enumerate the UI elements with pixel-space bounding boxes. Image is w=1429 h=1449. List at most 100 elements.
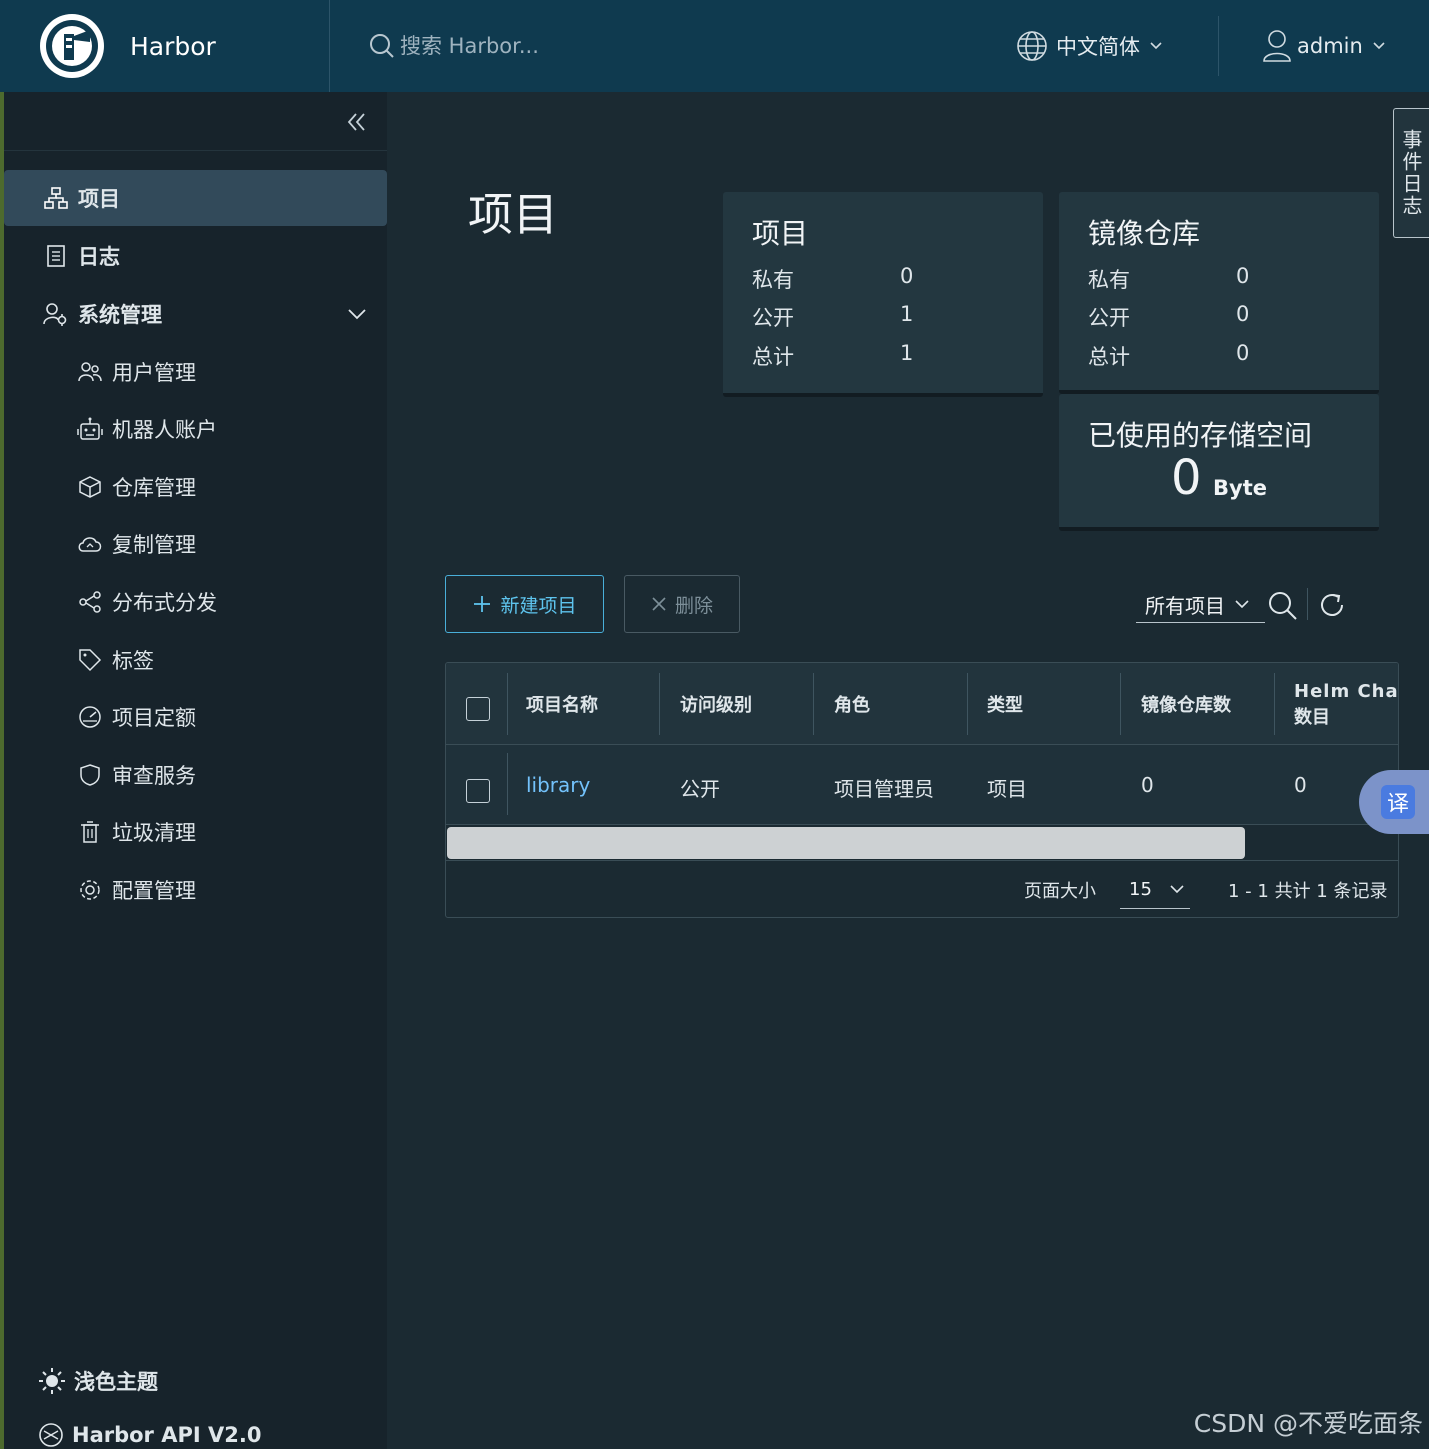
sidebar-item-gc[interactable]: 垃圾清理 [4, 804, 387, 860]
sidebar-item-replication[interactable]: 复制管理 [4, 516, 387, 572]
theme-toggle[interactable]: 浅色主题 [38, 1366, 158, 1396]
chevron-down-icon [1373, 42, 1385, 50]
top-header: Harbor 中文简体 admin [0, 0, 1429, 92]
sidebar-item-label: 用户管理 [112, 361, 196, 385]
collapse-sidebar-icon[interactable] [345, 110, 369, 134]
robot-icon [76, 417, 104, 441]
refresh-icon[interactable] [1318, 591, 1346, 619]
sidebar-item-label: 审查服务 [112, 764, 196, 788]
chevron-down-icon[interactable] [347, 308, 367, 320]
sidebar-item-users[interactable]: 用户管理 [4, 344, 387, 400]
language-label: 中文简体 [1056, 35, 1140, 59]
cloud-sync-icon [76, 533, 104, 555]
filter-label: 所有项目 [1145, 593, 1225, 618]
page-size-select[interactable]: 15 [1120, 871, 1190, 909]
api-icon [39, 1423, 63, 1447]
gauge-icon [76, 705, 104, 729]
language-selector[interactable]: 中文简体 [1016, 16, 1219, 76]
table-row[interactable]: library 公开 项目管理员 项目 0 0 [446, 745, 1398, 825]
column-separator [507, 673, 508, 735]
sidebar: 项目 日志 系统管理 用户管理 机器人账户 仓库管理 复制管理 分布式分发 标签… [0, 92, 387, 1449]
search-icon [370, 34, 394, 58]
column-separator [1274, 673, 1275, 735]
username: admin [1297, 34, 1363, 58]
cell-access: 公开 [680, 777, 720, 801]
storage-card: 已使用的存储空间 0 Byte [1059, 394, 1379, 531]
column-header-helm-chart[interactable]: Helm Chart [1294, 681, 1398, 702]
table-header: 项目名称 访问级别 角色 类型 镜像仓库数 Helm Chart 数目 [446, 663, 1398, 745]
trash-icon [76, 820, 104, 844]
sidebar-divider [0, 150, 387, 151]
plus-icon [474, 596, 491, 612]
translate-button[interactable]: 译 [1359, 770, 1429, 834]
page-title: 项目 [468, 188, 559, 241]
cell-helm-count: 0 [1294, 773, 1307, 797]
event-log-label: 事件日志 [1399, 129, 1423, 217]
sidebar-item-registries[interactable]: 仓库管理 [4, 459, 387, 515]
sidebar-item-quotas[interactable]: 项目定额 [4, 689, 387, 745]
sidebar-item-interrogation[interactable]: 审查服务 [4, 747, 387, 803]
horizontal-scrollbar[interactable] [446, 825, 1398, 861]
column-header-repo-count[interactable]: 镜像仓库数 [1141, 691, 1231, 717]
cube-icon [76, 475, 104, 499]
column-header-name[interactable]: 项目名称 [526, 691, 598, 717]
user-menu[interactable]: admin [1261, 29, 1385, 63]
stat-total: 总计 1 [752, 341, 914, 369]
global-search[interactable] [368, 32, 988, 60]
sidebar-item-projects[interactable]: 项目 [4, 170, 387, 226]
sidebar-item-admin[interactable]: 系统管理 [4, 286, 387, 342]
gear-icon [76, 878, 104, 902]
users-icon [76, 361, 104, 383]
sidebar-item-label: 仓库管理 [112, 476, 196, 500]
sidebar-item-config[interactable]: 配置管理 [4, 862, 387, 918]
sidebar-item-robots[interactable]: 机器人账户 [4, 401, 387, 457]
event-log-tab[interactable]: 事件日志 [1393, 108, 1429, 238]
projects-icon [42, 186, 70, 210]
projects-table: 项目名称 访问级别 角色 类型 镜像仓库数 Helm Chart 数目 libr… [445, 662, 1399, 918]
search-icon[interactable] [1267, 590, 1299, 622]
button-label: 新建项目 [500, 594, 577, 617]
button-label: 删除 [674, 594, 713, 617]
column-header-role[interactable]: 角色 [834, 691, 870, 717]
select-all-checkbox[interactable] [466, 697, 490, 721]
stat-public: 公开 0 [1088, 302, 1250, 330]
sidebar-item-label: 日志 [78, 245, 120, 269]
project-filter-select[interactable]: 所有项目 [1136, 586, 1265, 623]
chevron-down-icon [1170, 885, 1184, 894]
sidebar-item-label: 分布式分发 [112, 591, 217, 615]
translate-icon: 译 [1381, 785, 1415, 819]
brand[interactable]: Harbor [0, 0, 330, 92]
column-separator [659, 673, 660, 735]
cell-role: 项目管理员 [834, 777, 934, 801]
column-separator [967, 673, 968, 735]
column-separator [507, 753, 508, 815]
api-link[interactable]: Harbor API V2.0 [38, 1422, 261, 1448]
toolbar-separator [1307, 588, 1308, 620]
row-checkbox[interactable] [466, 779, 490, 803]
sidebar-item-label: 配置管理 [112, 879, 196, 903]
scrollbar-thumb[interactable] [447, 827, 1245, 859]
project-name-link[interactable]: library [526, 773, 590, 797]
globe-icon [1017, 31, 1047, 61]
sidebar-item-label: 复制管理 [112, 533, 196, 557]
watermark: CSDN @不爱吃面条 [1193, 1409, 1423, 1438]
card-title: 项目 [752, 217, 809, 250]
new-project-button[interactable]: 新建项目 [445, 575, 604, 633]
api-label: Harbor API V2.0 [72, 1423, 262, 1447]
cell-repo-count: 0 [1141, 773, 1154, 797]
sidebar-item-labels[interactable]: 标签 [4, 632, 387, 688]
search-input[interactable] [400, 34, 800, 58]
delete-button[interactable]: 删除 [624, 575, 740, 633]
user-icon [1263, 30, 1291, 62]
stat-private: 私有 0 [752, 264, 914, 292]
storage-unit: Byte [1213, 476, 1267, 500]
column-header-type[interactable]: 类型 [987, 691, 1023, 717]
column-header-access[interactable]: 访问级别 [680, 691, 752, 717]
close-icon [652, 597, 666, 611]
sidebar-item-label: 项目定额 [112, 706, 196, 730]
sidebar-item-distribution[interactable]: 分布式分发 [4, 574, 387, 630]
cell-type: 项目 [987, 777, 1027, 801]
column-separator [1120, 673, 1121, 735]
sun-icon [39, 1368, 65, 1394]
sidebar-item-logs[interactable]: 日志 [4, 228, 387, 284]
